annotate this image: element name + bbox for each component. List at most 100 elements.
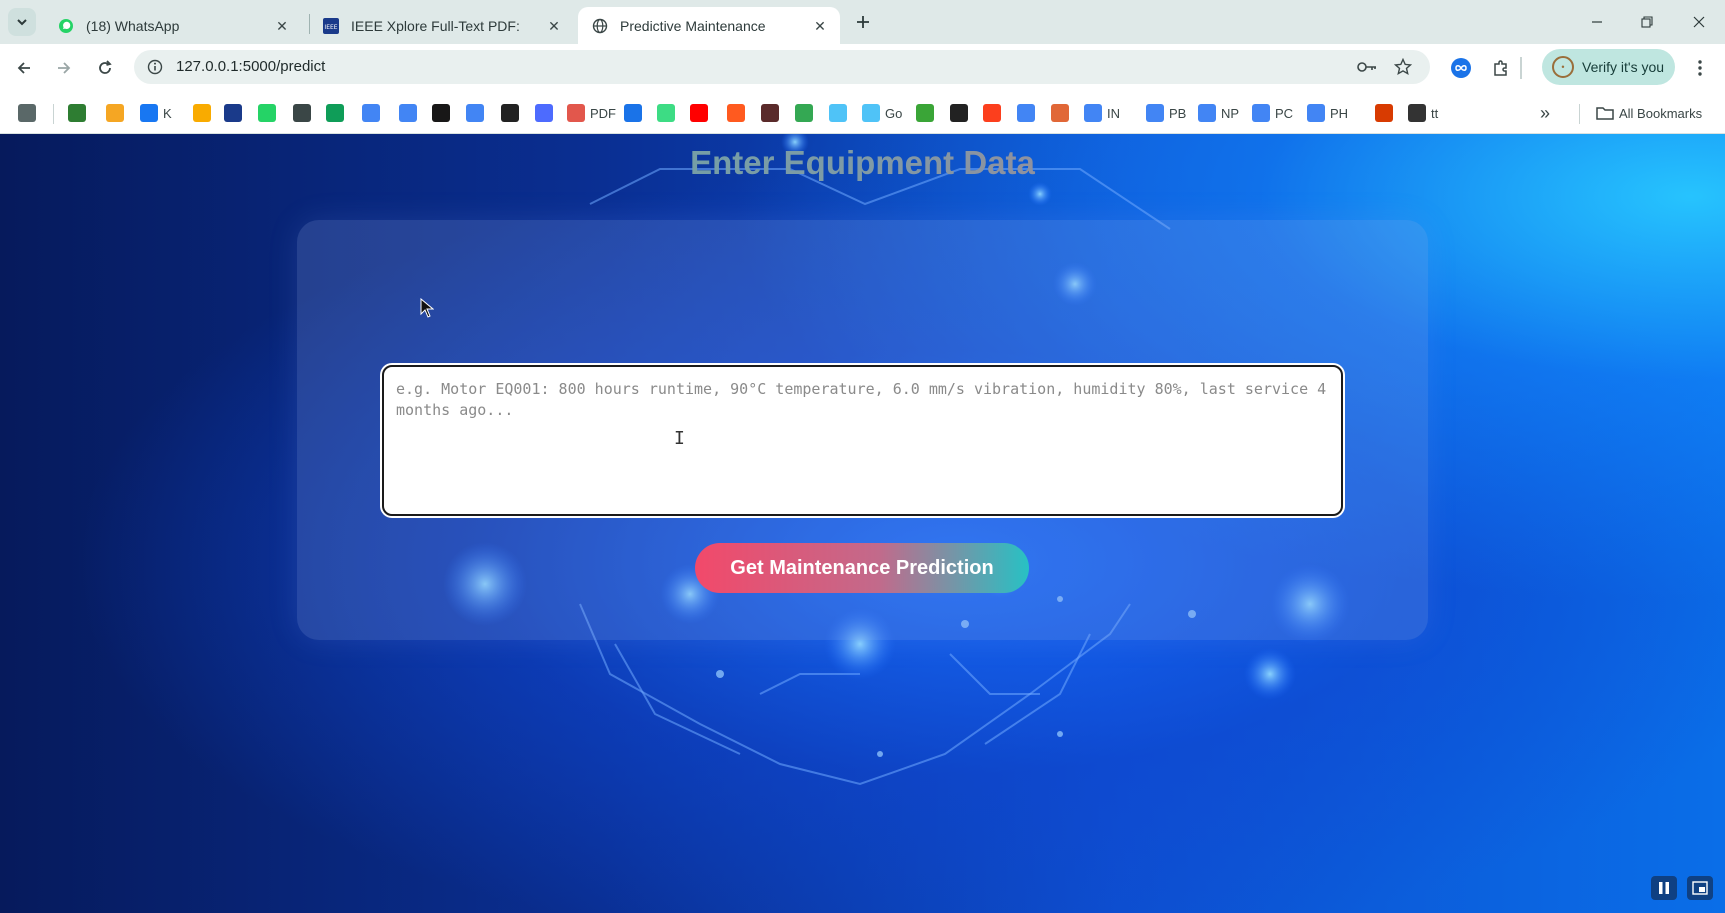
bookmark-item[interactable] — [829, 103, 847, 123]
swirl-icon — [862, 104, 880, 122]
bookmark-item[interactable] — [106, 103, 124, 123]
reload-button[interactable] — [93, 56, 117, 80]
get-prediction-button[interactable]: Get Maintenance Prediction — [695, 543, 1029, 593]
bookmark-item[interactable] — [362, 103, 380, 123]
picture-in-picture-icon — [1692, 881, 1708, 895]
all-bookmarks-button[interactable]: All Bookmarks — [1596, 103, 1702, 123]
bookmarks-overflow-button[interactable]: » — [1540, 103, 1550, 123]
more-vertical-icon — [1698, 60, 1702, 76]
bookmark-item[interactable] — [68, 103, 86, 123]
bookmark-item[interactable] — [535, 103, 553, 123]
bookmark-item[interactable]: PH — [1307, 103, 1348, 123]
star-icon[interactable] — [1392, 56, 1414, 78]
bookmark-item[interactable] — [501, 103, 519, 123]
whatsapp-icon — [58, 18, 74, 34]
mouse-pointer-icon — [420, 298, 434, 318]
bookmark-item[interactable] — [293, 103, 311, 123]
google-icon — [1198, 104, 1216, 122]
verify-identity-button[interactable]: • Verify it's you — [1542, 49, 1675, 85]
tab-whatsapp[interactable]: (18) WhatsApp ✕ — [44, 7, 302, 44]
tab-label: IEEE Xplore Full-Text PDF: — [351, 17, 520, 34]
address-bar[interactable]: 127.0.0.1:5000/predict — [134, 50, 1430, 84]
back-button[interactable] — [12, 56, 36, 80]
ieee-icon — [224, 104, 242, 122]
bookmark-item[interactable] — [761, 103, 779, 123]
bookmark-item[interactable] — [795, 103, 813, 123]
infinity-icon — [1451, 58, 1471, 78]
bookmark-item[interactable]: PB — [1146, 103, 1186, 123]
bookmark-item[interactable]: PC — [1252, 103, 1293, 123]
android-icon — [68, 104, 86, 122]
close-tab-icon[interactable]: ✕ — [274, 18, 290, 34]
tab-predictive-maintenance[interactable]: Predictive Maintenance ✕ — [578, 7, 840, 44]
google-icon — [1307, 104, 1325, 122]
bookmark-label: Go — [885, 105, 903, 121]
bookmark-item[interactable] — [690, 103, 708, 123]
bookmark-item[interactable] — [326, 103, 344, 123]
restore-button[interactable] — [1632, 8, 1662, 36]
bookmark-item[interactable]: IN — [1084, 103, 1120, 123]
youtube-icon — [690, 104, 708, 122]
reload-icon — [99, 60, 112, 74]
folder-icon — [1596, 107, 1614, 120]
bookmark-item[interactable] — [1375, 103, 1393, 123]
deepseek-icon — [535, 104, 553, 122]
android-head-icon — [657, 104, 675, 122]
tab-search-button[interactable] — [8, 8, 36, 36]
password-key-icon[interactable] — [1356, 56, 1378, 78]
bracket-icon — [624, 104, 642, 122]
pause-button[interactable] — [1651, 876, 1677, 900]
openai-icon — [501, 104, 519, 122]
equipment-data-input[interactable] — [384, 367, 1341, 514]
forward-button[interactable] — [52, 56, 76, 80]
bookmark-item[interactable] — [1051, 103, 1069, 123]
bookmark-item[interactable] — [258, 103, 276, 123]
bookmark-item[interactable] — [224, 103, 242, 123]
yandex-icon — [983, 104, 1001, 122]
google-icon — [1252, 104, 1270, 122]
picture-in-picture-button[interactable] — [1687, 876, 1713, 900]
google-icon — [1017, 104, 1035, 122]
bookmark-item[interactable] — [466, 103, 484, 123]
tab-ieee[interactable]: IEEE IEEE Xplore Full-Text PDF: ✕ — [309, 7, 574, 44]
equipment-data-input-container — [382, 365, 1343, 516]
tab-strip: (18) WhatsApp ✕ IEEE IEEE Xplore Full-Te… — [0, 0, 1725, 44]
bookmark-label: K — [163, 105, 172, 121]
chevron-down-icon — [17, 19, 27, 26]
new-tab-button[interactable] — [851, 10, 875, 34]
codechef-icon — [950, 104, 968, 122]
close-window-button[interactable] — [1684, 8, 1714, 36]
bookmark-item[interactable] — [624, 103, 642, 123]
browser-menu-button[interactable] — [1688, 56, 1712, 80]
page-content — [0, 134, 1725, 913]
ieee-icon: IEEE — [323, 17, 339, 34]
bookmark-item[interactable] — [727, 103, 745, 123]
bookmark-item[interactable] — [1017, 103, 1035, 123]
close-tab-icon[interactable]: ✕ — [812, 18, 828, 34]
bookmark-item[interactable] — [399, 103, 417, 123]
url-text[interactable]: 127.0.0.1:5000/predict — [176, 58, 325, 75]
z-icon — [727, 104, 745, 122]
google-icon — [466, 104, 484, 122]
office-icon — [1375, 104, 1393, 122]
site-info-icon[interactable] — [144, 56, 166, 78]
bookmark-item[interactable]: K — [140, 103, 172, 123]
minimize-button[interactable] — [1582, 8, 1612, 36]
bookmark-item[interactable]: tt — [1408, 103, 1438, 123]
bookmark-item[interactable]: Go — [862, 103, 902, 123]
swirl-icon — [829, 104, 847, 122]
bookmark-item[interactable]: PDF — [567, 103, 616, 123]
bookmark-item[interactable] — [657, 103, 675, 123]
bookmark-item[interactable] — [950, 103, 968, 123]
extension-infinity-button[interactable] — [1449, 56, 1473, 80]
bookmark-item[interactable]: NP — [1198, 103, 1239, 123]
bookmark-item[interactable] — [983, 103, 1001, 123]
extensions-button[interactable] — [1489, 56, 1513, 80]
bookmark-item[interactable] — [193, 103, 211, 123]
profile-avatar-icon: • — [1552, 56, 1574, 78]
bookmark-item[interactable] — [18, 103, 36, 123]
close-tab-icon[interactable]: ✕ — [546, 18, 562, 34]
bookmark-item[interactable] — [916, 103, 934, 123]
bookmark-item[interactable] — [432, 103, 450, 123]
bookmark-orange-icon — [106, 104, 124, 122]
